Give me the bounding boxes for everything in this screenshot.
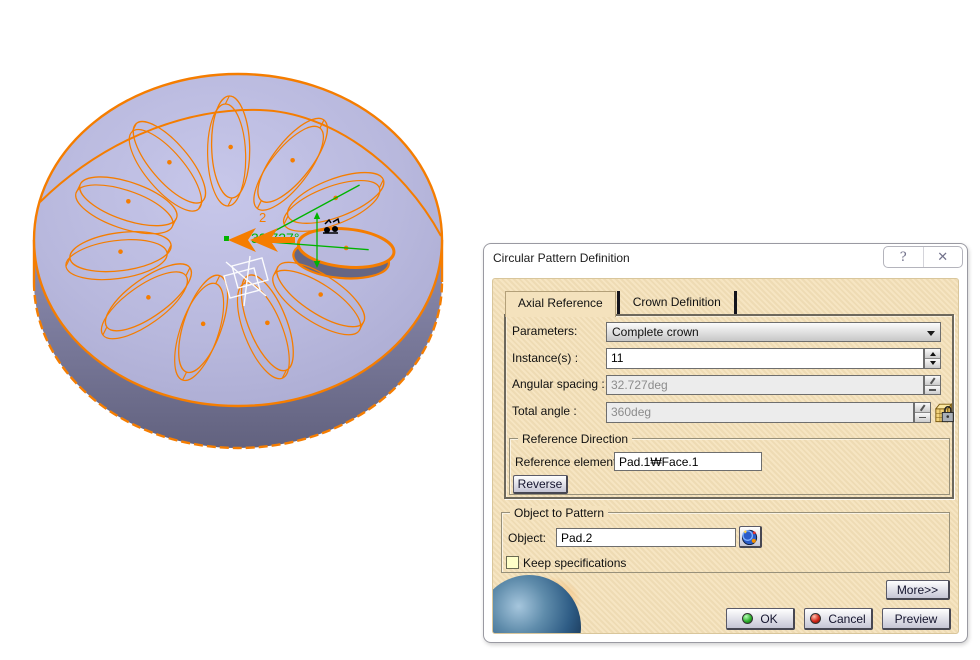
object-to-pattern-group: Object to Pattern Object: Pad.2 Keep spe… [501, 512, 950, 573]
instance-index-label: 2 [259, 210, 266, 225]
pad-center-point[interactable] [146, 295, 151, 300]
circular-pattern-dialog: Circular Pattern Definition ? ✕ Axial Re… [483, 243, 968, 643]
close-button[interactable]: ✕ [924, 247, 963, 267]
tab-crown-definition[interactable]: Crown Definition [621, 291, 733, 315]
tab-separator [617, 291, 620, 315]
object-input[interactable]: Pad.2 [556, 528, 736, 547]
ok-button[interactable]: OK [726, 608, 795, 630]
reference-direction-title: Reference Direction [518, 432, 632, 446]
keep-specifications-checkbox[interactable] [506, 556, 519, 569]
parameters-dropdown[interactable]: Complete crown [606, 322, 941, 342]
total-angle-spinner [914, 402, 931, 423]
dialog-body: Axial Reference Crown Definition Paramet… [492, 278, 959, 634]
pad-center-point[interactable] [290, 158, 295, 163]
reference-element-label: Reference element: [515, 455, 620, 469]
spinner-down-icon [930, 361, 936, 368]
tab-separator [734, 291, 737, 315]
help-button[interactable]: ? [884, 247, 924, 267]
pad-center-point[interactable] [201, 322, 206, 327]
angular-spacing-input: 32.727deg [606, 375, 924, 395]
chevron-down-icon [927, 331, 935, 340]
close-icon: ✕ [937, 250, 948, 265]
help-icon: ? [900, 250, 907, 265]
instances-input[interactable]: 11 [606, 348, 924, 369]
spinner-disabled-icon [920, 404, 925, 411]
reference-direction-group: Reference Direction Reference element: P… [509, 438, 950, 495]
cancel-label: Cancel [828, 612, 865, 626]
spinner-disabled-icon [929, 389, 936, 391]
reverse-button[interactable]: Reverse [513, 475, 568, 494]
model-viewport[interactable]: 32.727° 2 [0, 0, 480, 560]
pad-center-point[interactable] [265, 321, 270, 326]
spinner-up-icon [930, 349, 936, 356]
cancel-button[interactable]: Cancel [804, 608, 873, 630]
spinner-disabled-icon [930, 377, 935, 384]
object-label: Object: [508, 531, 546, 545]
pad-center-point[interactable] [167, 160, 172, 165]
object-to-pattern-title: Object to Pattern [510, 506, 608, 520]
pad-center-point[interactable] [228, 145, 233, 150]
object-select-button[interactable] [739, 526, 762, 548]
instances-spinner[interactable] [924, 348, 941, 369]
reference-element-input[interactable]: Pad.1₩Face.1 [614, 452, 762, 471]
ok-label: OK [760, 612, 777, 626]
parameters-value: Complete crown [612, 325, 699, 339]
keep-specifications-label: Keep specifications [523, 556, 626, 570]
more-button[interactable]: More>> [886, 580, 950, 600]
sketch-select-icon [741, 528, 760, 546]
angular-spacing-spinner [924, 375, 941, 395]
total-angle-label: Total angle : [512, 404, 577, 418]
spinner-disabled-icon [919, 417, 926, 419]
lock-formula-icon[interactable] [934, 399, 956, 425]
pad-center-point[interactable] [118, 249, 123, 254]
axial-reference-panel: Parameters: Complete crown Instance(s) :… [504, 314, 954, 499]
dialog-titlebar[interactable]: Circular Pattern Definition [493, 251, 630, 265]
pad-center-point[interactable] [126, 199, 131, 204]
tab-strip: Axial Reference Crown Definition [505, 290, 738, 315]
preview-button[interactable]: Preview [882, 608, 951, 630]
ok-icon [742, 613, 753, 624]
angular-spacing-label: Angular spacing : [512, 377, 605, 391]
instances-label: Instance(s) : [512, 351, 578, 365]
total-angle-input: 360deg [606, 402, 914, 423]
tab-axial-reference[interactable]: Axial Reference [505, 291, 616, 317]
parameters-label: Parameters: [512, 324, 577, 338]
pad-center-point[interactable] [318, 292, 323, 297]
cancel-icon [810, 613, 821, 624]
dialog-window-controls: ? ✕ [883, 246, 963, 268]
